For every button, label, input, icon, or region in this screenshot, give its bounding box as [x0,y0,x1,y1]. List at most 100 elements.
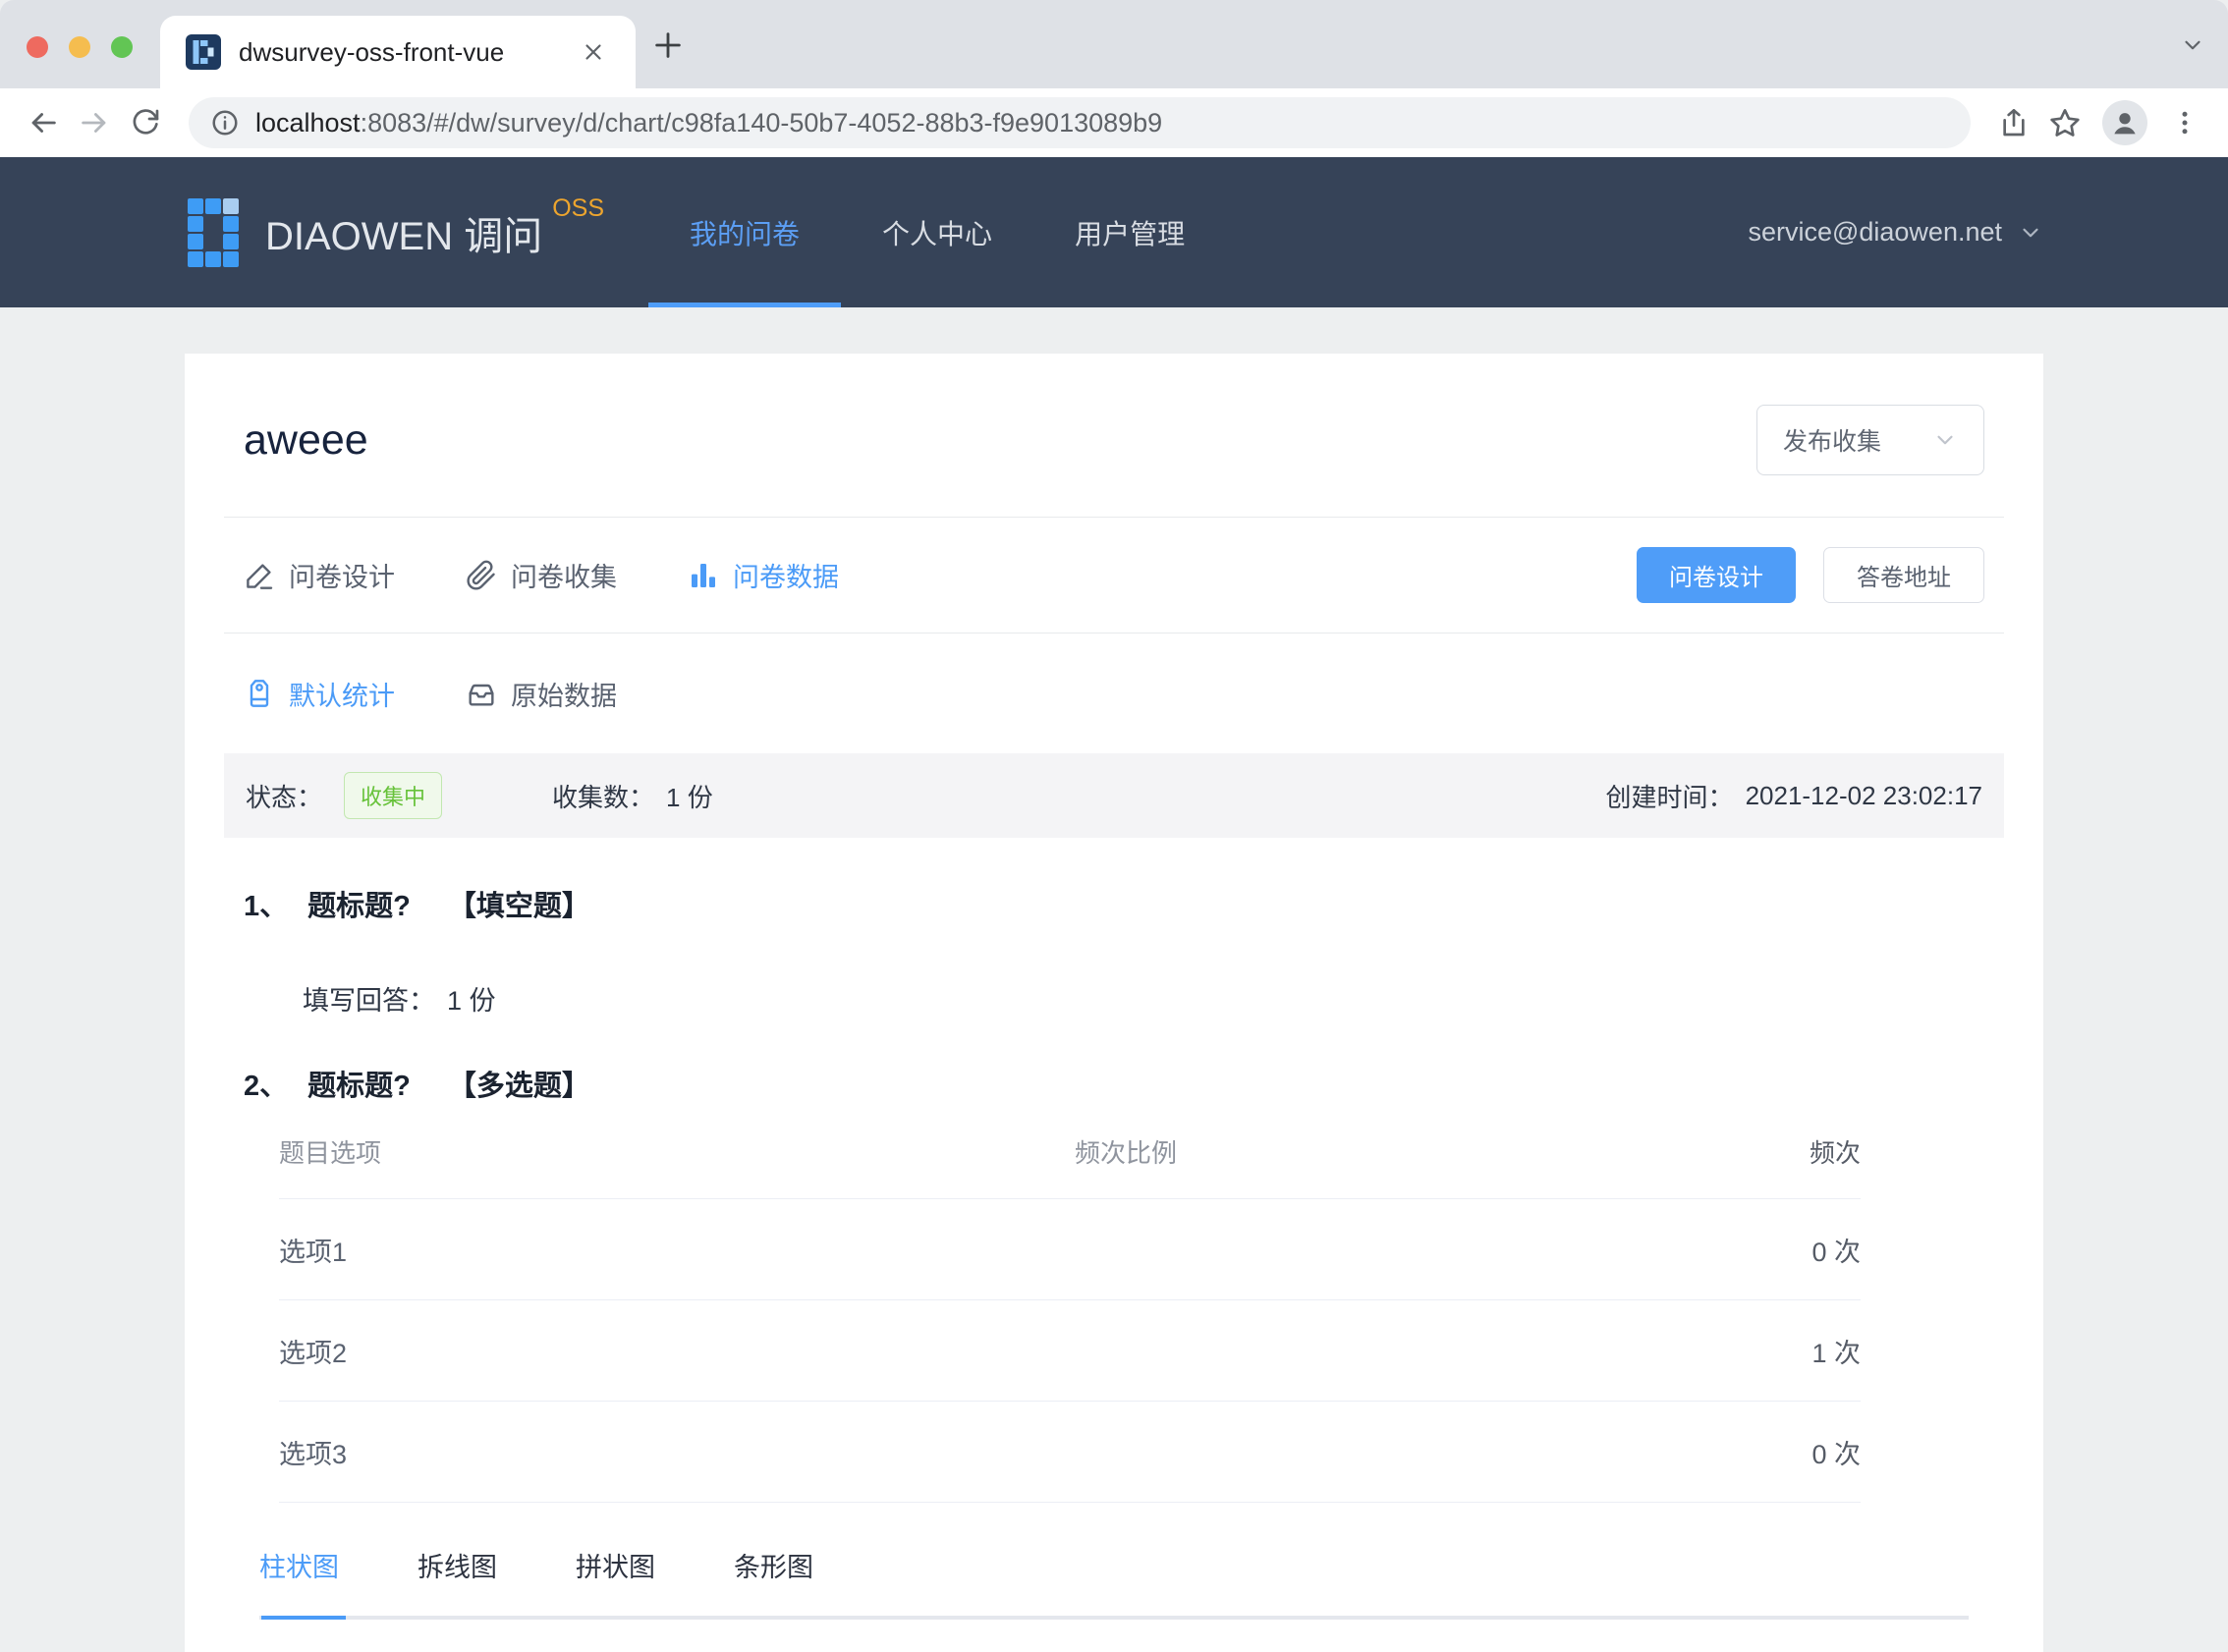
frequency-table: 题目选项 频次比例 频次 选项1 0.00% 0 次 [244,1104,1984,1503]
status-badge: 收集中 [344,772,443,819]
new-tab-button[interactable] [648,26,688,65]
inbox-archive-icon [466,678,497,709]
share-icon[interactable] [1988,97,2039,148]
tab-survey-design[interactable]: 问卷设计 [244,556,395,594]
nav-item-personal-center[interactable]: 个人中心 [841,157,1033,307]
nav-item-my-surveys[interactable]: 我的问卷 [648,157,842,307]
answer-label: 填写回答： [303,986,435,1016]
subtab-label: 原始数据 [511,681,617,711]
address-bar[interactable]: localhost:8083/#/dw/survey/d/chart/c98fa… [189,97,1971,148]
created-time-label: 创建时间： [1605,782,1734,812]
brand[interactable]: DIAOWEN 调问 OSS [185,157,604,307]
chart-tabs-underline [259,1616,1969,1620]
collect-count-label: 收集数： [552,782,655,812]
chevron-down-icon [2018,220,2043,246]
chevron-down-icon [1932,427,1958,453]
answer-url-button[interactable]: 答卷地址 [1823,547,1984,603]
subtab-default-stats[interactable]: 默认统计 [244,675,395,713]
count-value: 0 次 [1811,1439,1861,1469]
app-navbar: DIAOWEN 调问 OSS 我的问卷 个人中心 用户管理 service@di… [0,157,2228,307]
option-label: 选项3 [279,1439,348,1469]
table-row: 选项2 100.00% 1 次 [279,1299,1861,1401]
paperclip-icon [466,560,497,591]
publish-collect-label: 发布收集 [1783,428,1882,456]
chart-tab-pie[interactable]: 拼状图 [576,1546,655,1584]
question-1-title: 1、 题标题? 【填空题】 [244,883,1984,924]
traffic-lights [27,36,133,58]
browser-profile-avatar[interactable] [2102,100,2147,145]
survey-title: aweee [244,415,368,464]
header-option: 题目选项 [279,1137,382,1168]
chart-tab-line[interactable]: 拆线图 [418,1546,497,1584]
created-time-value: 2021-12-02 23:02:17 [1745,780,1982,810]
bookmark-star-icon[interactable] [2039,97,2090,148]
browser-toolbar: localhost:8083/#/dw/survey/d/chart/c98fa… [0,88,2228,157]
header-percent: 频次比例 [1075,1137,1178,1168]
answer-value: 1 份 [447,986,496,1016]
chart-tab-list: 柱状图 拆线图 拼状图 条形图 [259,1546,1969,1584]
browser-tab[interactable]: dwsurvey-oss-front-vue [160,16,636,88]
question-text: 题标题? [307,1071,411,1102]
collect-count-value: 1 份 [666,782,713,812]
browser-menu-icon[interactable] [2159,97,2210,148]
question-type: 【多选题】 [447,1071,590,1102]
brand-oss-badge: OSS [552,194,605,222]
site-favicon-icon [186,34,221,70]
tab-label: 问卷数据 [733,563,839,592]
table-header: 题目选项 频次比例 频次 [279,1104,1861,1198]
reload-button[interactable] [120,97,171,148]
question-type: 【填空题】 [447,891,590,922]
subtab-label: 默认统计 [289,681,395,711]
tab-label: 问卷设计 [289,563,395,592]
status-label: 状态： [246,782,323,812]
publish-collect-select[interactable]: 发布收集 [1756,405,1984,475]
pen-edit-icon [244,560,275,591]
brand-name: DIAOWEN 调问 [265,214,543,258]
tab-label: 问卷收集 [511,563,617,592]
option-label: 选项1 [279,1237,348,1267]
question-2-title: 2、 题标题? 【多选题】 [244,1063,1984,1104]
forward-button[interactable] [69,97,120,148]
status-bar: 状态： 收集中 收集数： 1 份 创建时间： 2021-12-02 23:02:… [224,753,2004,838]
account-dropdown[interactable]: service@diaowen.net [1748,157,2043,307]
back-button[interactable] [18,97,69,148]
url-host: localhost [255,107,361,138]
tab-title: dwsurvey-oss-front-vue [239,36,505,67]
question-number: 1、 [244,891,289,922]
tab-close-icon[interactable] [577,35,610,69]
count-value: 0 次 [1811,1237,1861,1267]
site-info-icon[interactable] [210,108,240,138]
tab-survey-data[interactable]: 问卷数据 [688,556,839,594]
active-tab-indicator [261,1616,346,1620]
stats-subtabs: 默认统计 原始数据 [224,633,2004,753]
tab-search-chevron-icon[interactable] [2179,31,2206,59]
minimize-window-button[interactable] [69,36,90,58]
survey-section-tabs: 问卷设计 问卷收集 问卷数据 问卷设计 答卷地址 [224,518,2004,633]
tab-survey-collect[interactable]: 问卷收集 [466,556,617,594]
bar-chart-icon [688,560,719,591]
question-1: 1、 题标题? 【填空题】 填写回答： 1 份 [224,883,2004,1018]
question-text: 题标题? [307,891,411,922]
chart-tab-bar[interactable]: 条形图 [734,1546,813,1584]
survey-design-button[interactable]: 问卷设计 [1637,547,1796,603]
nav-item-user-management[interactable]: 用户管理 [1033,157,1226,307]
card-header: aweee 发布收集 [224,354,2004,518]
count-value: 1 次 [1811,1338,1861,1368]
question-number: 2、 [244,1071,289,1102]
url-path: :8083/#/dw/survey/d/chart/c98fa140-50b7-… [360,107,1163,138]
question-2: 2、题标题?【多选题】 题目选项 频次比例 频次 选项1 0.00% [224,1063,2004,1620]
tag-icon [244,678,275,709]
chart-tab-column[interactable]: 柱状图 [259,1546,339,1584]
account-email: service@diaowen.net [1748,217,2002,247]
main-menu: 我的问卷 个人中心 用户管理 [648,157,1226,307]
table-row: 选项3 0.00% 0 次 [279,1401,1861,1503]
close-window-button[interactable] [27,36,48,58]
chart-type-tabs: 柱状图 拆线图 拼状图 条形图 [244,1546,1984,1620]
browser-tab-strip: dwsurvey-oss-front-vue [0,0,2228,88]
header-count: 频次 [1809,1137,1861,1168]
page-body: aweee 发布收集 问卷设计 问卷收集 问卷数据 问卷设计 答卷地址 默认统计… [0,307,2228,1652]
option-label: 选项2 [279,1338,348,1368]
browser-window: dwsurvey-oss-front-vue localhost:8083/#/… [0,0,2228,1652]
subtab-raw-data[interactable]: 原始数据 [466,675,617,713]
zoom-window-button[interactable] [111,36,133,58]
